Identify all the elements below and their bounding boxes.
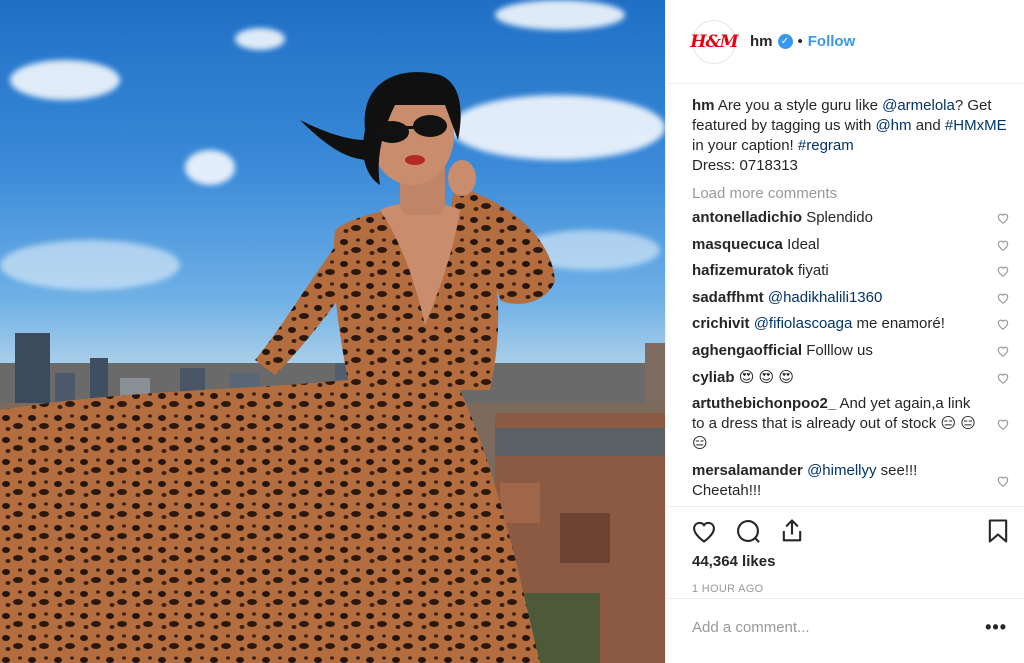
post-sidebar: H&M hm ✓ • Follow hm Are you a style gur… <box>665 0 1024 663</box>
caption-text: Dress: 0718313 <box>692 157 798 174</box>
comment-text: Splendido <box>806 209 873 226</box>
comment-text: Ideal <box>787 235 820 253</box>
comment-text: me enamoré! <box>852 315 945 333</box>
cloud <box>495 0 625 30</box>
caption-username[interactable]: hm <box>692 97 715 114</box>
comment-username[interactable]: masquecuca <box>692 236 783 253</box>
cloud <box>235 28 285 50</box>
action-icons <box>690 517 1010 549</box>
bookmark-icon[interactable] <box>984 517 1012 545</box>
comment-mention[interactable]: @fifiolascoaga <box>754 315 853 332</box>
avatar[interactable]: H&M <box>690 19 739 64</box>
hm-logo: H&M <box>690 31 738 52</box>
load-more-comments-button[interactable]: Load more comments <box>692 185 1010 202</box>
post-caption: hm Are you a style guru like @armelola? … <box>692 96 1010 176</box>
comment-item: crichivit @fifiolascoaga me enamoré! <box>692 314 1010 334</box>
comment-list: antonelladichio Splendido masquecuca Ide… <box>692 208 1010 501</box>
comment-icon[interactable] <box>734 517 762 545</box>
like-comment-heart-icon[interactable] <box>996 317 1010 331</box>
comment-username[interactable]: aghengaofficial <box>692 342 802 359</box>
comment-item: sadaffhmt @hadikhalili1360 <box>692 288 1010 308</box>
comment-mention[interactable]: @himellyy <box>807 462 876 479</box>
like-comment-heart-icon[interactable] <box>996 417 1010 431</box>
more-options-icon[interactable]: ••• <box>985 617 1007 638</box>
comment-mention[interactable]: @hadikhalili1360 <box>768 289 882 306</box>
like-comment-heart-icon[interactable] <box>996 474 1010 488</box>
add-comment-bar: ••• <box>666 598 1024 663</box>
comment-text: 😍 😍 😍 <box>738 368 794 386</box>
post-username[interactable]: hm <box>750 33 773 50</box>
header-separator: • <box>797 33 803 50</box>
post-photo[interactable] <box>0 0 665 663</box>
like-comment-heart-icon[interactable] <box>996 211 1010 225</box>
comment-username[interactable]: cyliab <box>692 369 735 386</box>
caption-mention[interactable]: @armelola <box>882 97 955 114</box>
comments-section: hm Are you a style guru like @armelola? … <box>692 96 1010 507</box>
comment-username[interactable]: hafizemuratok <box>692 262 794 279</box>
heart-icon[interactable] <box>690 517 718 545</box>
comment-text: Folllow us <box>806 341 873 359</box>
like-comment-heart-icon[interactable] <box>996 264 1010 278</box>
comment-item: aghengaofficial Folllow us <box>692 341 1010 361</box>
comment-username[interactable]: mersalamander <box>692 462 803 479</box>
like-comment-heart-icon[interactable] <box>996 344 1010 358</box>
caption-text: in your caption! <box>692 137 798 154</box>
follow-button[interactable]: Follow <box>808 33 856 50</box>
post-actions: 44,364 likes 1 HOUR AGO ••• <box>666 506 1024 663</box>
verified-badge-icon: ✓ <box>777 34 793 49</box>
comment-item: cyliab 😍 😍 😍 <box>692 368 1010 388</box>
comment-item: hafizemuratok fiyati <box>692 261 1010 281</box>
caption-hashtag[interactable]: #regram <box>798 137 854 154</box>
caption-text: Are you a style guru like <box>717 97 883 114</box>
comment-item: mersalamander @himellyy see!!! Cheetah!!… <box>692 461 1010 501</box>
likes-count[interactable]: 44,364 likes <box>692 553 775 570</box>
like-comment-heart-icon[interactable] <box>996 238 1010 252</box>
comment-item: antonelladichio Splendido <box>692 208 1010 228</box>
comment-username[interactable]: sadaffhmt <box>692 289 764 306</box>
comment-username[interactable]: crichivit <box>692 315 750 332</box>
add-comment-input[interactable] <box>692 617 962 637</box>
like-comment-heart-icon[interactable] <box>996 291 1010 305</box>
comment-text: fiyati <box>797 262 829 280</box>
comment-item: masquecuca Ideal <box>692 235 1010 255</box>
comment-item: artuthebichonpoo2_ And yet again,a link … <box>692 394 1010 454</box>
comment-username[interactable]: artuthebichonpoo2_ <box>692 395 836 412</box>
caption-text: and <box>911 117 945 134</box>
like-comment-heart-icon[interactable] <box>996 371 1010 385</box>
post-header: H&M hm ✓ • Follow <box>666 0 1024 84</box>
comment-username[interactable]: antonelladichio <box>692 209 802 226</box>
share-icon[interactable] <box>778 517 806 545</box>
post-timestamp[interactable]: 1 HOUR AGO <box>692 583 763 595</box>
model-figure <box>0 72 555 663</box>
caption-mention[interactable]: @hm <box>875 117 911 134</box>
caption-hashtag[interactable]: #HMxME <box>945 117 1007 134</box>
